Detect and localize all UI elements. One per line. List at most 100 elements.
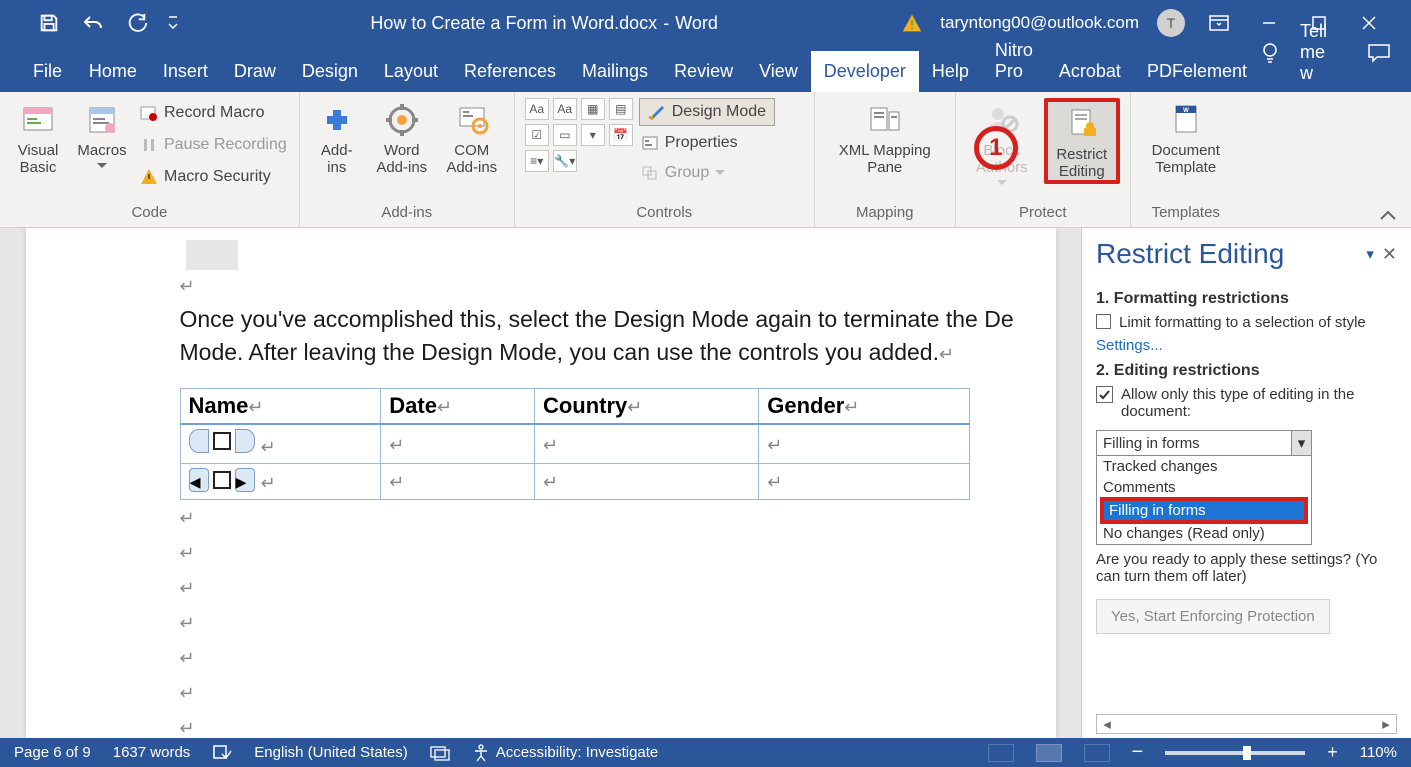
pane-hscrollbar[interactable]: ◂▸ xyxy=(1096,714,1397,734)
tab-mailings[interactable]: Mailings xyxy=(569,51,661,92)
paragraph-mark: ↵ xyxy=(180,718,1056,738)
restrict-editing-button[interactable]: Restrict Editing xyxy=(1044,98,1120,184)
tab-draw[interactable]: Draw xyxy=(221,51,289,92)
formatting-settings-link[interactable]: Settings... xyxy=(1096,337,1397,354)
status-word-count[interactable]: 1637 words xyxy=(113,744,191,761)
tab-view[interactable]: View xyxy=(746,51,811,92)
account-avatar[interactable]: T xyxy=(1157,9,1185,37)
pane-menu-icon[interactable]: ▾ xyxy=(1358,245,1382,263)
annotation-1: 1 xyxy=(974,126,1018,170)
allow-only-checkbox[interactable]: Allow only this type of editing in the d… xyxy=(1096,386,1397,420)
zoom-slider[interactable] xyxy=(1165,751,1305,755)
paragraph-mark: ↵ xyxy=(180,508,1056,529)
print-layout-icon[interactable] xyxy=(1036,744,1062,762)
macros-button[interactable]: Macros xyxy=(72,98,132,169)
tab-review[interactable]: Review xyxy=(661,51,746,92)
th-date: Date↵ xyxy=(381,388,535,424)
group-code: Visual Basic Macros Record Macro Pause R… xyxy=(0,92,300,227)
cursor-block xyxy=(186,240,238,270)
group-label-mapping: Mapping xyxy=(825,202,945,225)
restrict-editing-pane: Restrict Editing ▾ ✕ 1. Formatting restr… xyxy=(1081,228,1411,738)
tab-design[interactable]: Design xyxy=(289,51,371,92)
editing-restrictions-heading: 2. Editing restrictions xyxy=(1096,362,1397,380)
addins-button[interactable]: Add- ins xyxy=(310,98,364,176)
content-controls-gallery[interactable]: AaAa▦▤ ☑▭▾📅 ≡▾🔧▾ xyxy=(525,98,633,172)
record-macro-button[interactable]: Record Macro xyxy=(138,100,289,126)
editing-type-dropdown[interactable]: Filling in forms ▾ xyxy=(1096,430,1312,456)
ribbon-tabs: File Home Insert Draw Design Layout Refe… xyxy=(0,46,1411,92)
design-mode-button[interactable]: Design Mode xyxy=(639,98,775,126)
document-template-button[interactable]: W Document Template xyxy=(1141,98,1231,176)
properties-button[interactable]: Properties xyxy=(639,130,775,156)
paragraph-mark: ↵ xyxy=(180,648,1056,669)
web-layout-icon[interactable] xyxy=(1084,744,1110,762)
word-addins-button[interactable]: Word Add-ins xyxy=(370,98,434,176)
th-gender: Gender↵ xyxy=(759,388,969,424)
table-row: ↵ ↵↵↵ xyxy=(180,424,969,464)
form-table: Name↵ Date↵ Country↵ Gender↵ ↵ ↵↵↵ ◂▸ ↵ … xyxy=(180,388,970,500)
visual-basic-button[interactable]: Visual Basic xyxy=(10,98,66,176)
pause-recording-button: Pause Recording xyxy=(138,132,289,158)
work-area: ↵ Once you've accomplished this, select … xyxy=(0,228,1411,738)
option-comments[interactable]: Comments xyxy=(1097,477,1311,498)
status-bar: Page 6 of 9 1637 words English (United S… xyxy=(0,738,1411,767)
group-controls-button: Group xyxy=(639,160,775,186)
chevron-down-icon[interactable]: ▾ xyxy=(1291,431,1311,455)
save-icon[interactable] xyxy=(36,10,62,36)
tab-home[interactable]: Home xyxy=(76,51,150,92)
tab-nitro-pro[interactable]: Nitro Pro xyxy=(982,30,1046,92)
status-language[interactable]: English (United States) xyxy=(254,744,407,761)
collapse-ribbon-icon[interactable] xyxy=(1379,209,1397,221)
app-name: Word xyxy=(675,13,718,34)
redo-icon[interactable] xyxy=(124,10,150,36)
group-label-addins: Add-ins xyxy=(310,202,504,225)
tell-me-input[interactable]: Tell me w xyxy=(1300,21,1327,84)
paragraph-mark: ↵ xyxy=(180,543,1056,564)
lightbulb-icon[interactable] xyxy=(1260,41,1280,65)
pane-close-icon[interactable]: ✕ xyxy=(1382,244,1397,265)
checkbox-content-control[interactable] xyxy=(189,429,255,453)
status-accessibility[interactable]: Accessibility: Investigate xyxy=(472,744,659,762)
page: ↵ Once you've accomplished this, select … xyxy=(26,228,1056,738)
title-bar: How to Create a Form in Word.docx - Word… xyxy=(0,0,1411,46)
qat-dropdown-icon[interactable] xyxy=(160,10,186,36)
read-mode-icon[interactable] xyxy=(988,744,1014,762)
tab-developer[interactable]: Developer xyxy=(811,51,919,92)
zoom-out-icon[interactable]: − xyxy=(1132,741,1144,764)
tab-pdfelement[interactable]: PDFelement xyxy=(1134,51,1260,92)
enforce-prompt: Are you ready to apply these settings? (… xyxy=(1096,551,1397,585)
start-enforcing-button[interactable]: Yes, Start Enforcing Protection xyxy=(1096,599,1330,634)
document-filename: How to Create a Form in Word.docx xyxy=(370,13,657,34)
macro-security-button[interactable]: Macro Security xyxy=(138,164,289,190)
undo-icon[interactable] xyxy=(80,10,106,36)
xml-mapping-button[interactable]: XML Mapping Pane xyxy=(825,98,945,176)
tab-insert[interactable]: Insert xyxy=(150,51,221,92)
document-area[interactable]: ↵ Once you've accomplished this, select … xyxy=(0,228,1081,738)
group-label-protect: Protect xyxy=(966,202,1120,225)
option-tracked-changes[interactable]: Tracked changes xyxy=(1097,456,1311,477)
group-label-code: Code xyxy=(10,202,289,225)
tab-references[interactable]: References xyxy=(451,51,569,92)
group-addins: Add- ins Word Add-ins COM Add-ins Add-in… xyxy=(300,92,515,227)
window-title: How to Create a Form in Word.docx - Word xyxy=(186,13,902,34)
zoom-level[interactable]: 110% xyxy=(1360,744,1397,761)
zoom-in-icon[interactable]: + xyxy=(1327,742,1338,763)
group-label-controls: Controls xyxy=(525,202,804,225)
option-filling-in-forms[interactable]: Filling in forms xyxy=(1103,500,1305,521)
paragraph-mark: ↵ xyxy=(180,276,1056,297)
status-page[interactable]: Page 6 of 9 xyxy=(14,744,91,761)
tab-acrobat[interactable]: Acrobat xyxy=(1046,51,1134,92)
spellcheck-icon[interactable] xyxy=(212,744,232,762)
checkbox-content-control[interactable]: ◂▸ xyxy=(189,468,255,492)
tab-file[interactable]: File xyxy=(20,51,75,92)
comments-icon[interactable] xyxy=(1367,43,1391,63)
tab-layout[interactable]: Layout xyxy=(371,51,451,92)
com-addins-button[interactable]: COM Add-ins xyxy=(440,98,504,176)
display-settings-icon[interactable] xyxy=(430,745,450,761)
limit-formatting-checkbox[interactable]: Limit formatting to a selection of style xyxy=(1096,314,1397,331)
group-protect: 1 Block Authors Restrict Editing Protect xyxy=(956,92,1131,227)
option-no-changes[interactable]: No changes (Read only) xyxy=(1097,523,1311,544)
ribbon-display-icon[interactable] xyxy=(1203,7,1235,39)
tab-help[interactable]: Help xyxy=(919,51,982,92)
group-controls: AaAa▦▤ ☑▭▾📅 ≡▾🔧▾ Design Mode Properties … xyxy=(515,92,815,227)
